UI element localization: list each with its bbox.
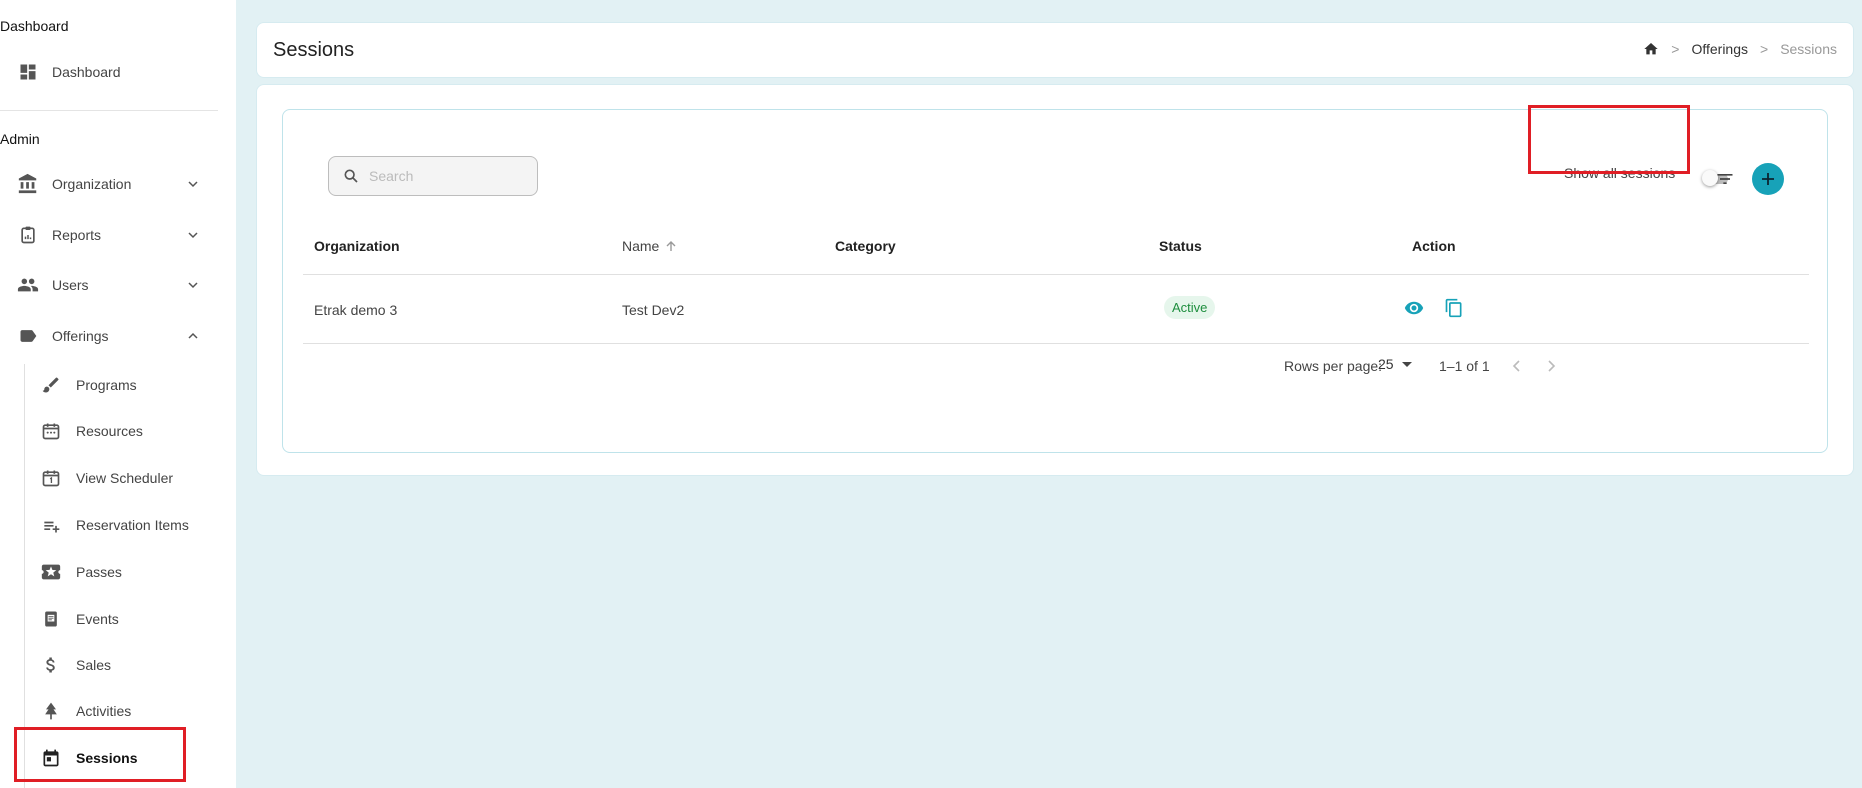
clipboard-icon: [16, 223, 40, 247]
table-header-divider: [303, 274, 1809, 275]
bank-icon: [16, 172, 40, 196]
playlist-add-icon: [40, 514, 62, 536]
ticket-star-icon: [40, 561, 62, 583]
cell-name: Test Dev2: [622, 302, 685, 318]
sidebar-item-label: Activities: [76, 703, 132, 719]
people-icon: [16, 273, 40, 297]
sidebar-item-label: Organization: [52, 176, 132, 192]
sidebar-item-label: Reservation Items: [76, 517, 189, 533]
sidebar-item-passes[interactable]: Passes: [28, 552, 218, 592]
chevron-down-icon: [186, 278, 200, 292]
tag-icon: [16, 324, 40, 348]
sidebar-item-resources[interactable]: Resources: [28, 411, 218, 451]
sidebar-item-organization[interactable]: Organization: [0, 164, 218, 204]
copy-icon: [1444, 298, 1464, 318]
column-header-status[interactable]: Status: [1159, 238, 1202, 254]
rows-per-page-label: Rows per page:: [1284, 358, 1383, 374]
sidebar-item-label: View Scheduler: [76, 470, 174, 486]
content-card: Show all sessions Organization Name: [256, 84, 1854, 476]
cell-organization: Etrak demo 3: [314, 302, 398, 318]
column-header-organization[interactable]: Organization: [314, 238, 400, 254]
sidebar-divider: [0, 110, 218, 111]
event-note-icon: [40, 608, 62, 630]
pagination-range: 1–1 of 1: [1439, 358, 1490, 374]
sidebar-item-view-scheduler[interactable]: View Scheduler: [28, 458, 218, 498]
breadcrumb-separator: >: [1671, 41, 1680, 57]
plus-icon: [1760, 171, 1776, 187]
page-title: Sessions: [273, 39, 355, 61]
sidebar-section-dashboard: Dashboard: [0, 18, 69, 34]
chevron-up-icon: [186, 329, 200, 343]
rows-per-page-select[interactable]: 25: [1378, 356, 1412, 372]
sidebar-item-offerings[interactable]: Offerings: [0, 316, 218, 356]
search-input[interactable]: [369, 168, 529, 184]
sessions-table-card: Show all sessions Organization Name: [282, 109, 1828, 453]
column-header-action: Action: [1412, 238, 1456, 254]
main-content: Sessions > Offerings > Sessions Show all…: [236, 0, 1862, 788]
sidebar: Dashboard Dashboard Admin Organization R…: [0, 0, 236, 788]
sidebar-item-label: Sales: [76, 657, 112, 673]
sidebar-section-admin: Admin: [0, 131, 40, 147]
sidebar-item-reports[interactable]: Reports: [0, 215, 218, 255]
search-icon: [343, 167, 361, 185]
sidebar-item-reservation-items[interactable]: Reservation Items: [28, 505, 218, 545]
column-header-label: Name: [622, 238, 660, 254]
submenu-guide-line: [24, 364, 25, 788]
status-badge: Active: [1164, 296, 1216, 319]
sidebar-item-events[interactable]: Events: [28, 599, 218, 639]
calendar-one-icon: [40, 467, 62, 489]
sidebar-item-label: Reports: [52, 227, 102, 243]
eye-icon: [1404, 298, 1424, 318]
brush-icon: [40, 374, 62, 396]
sidebar-item-users[interactable]: Users: [0, 265, 218, 305]
filter-button[interactable]: [1713, 167, 1737, 191]
chevron-right-icon: [1544, 359, 1558, 373]
table-row-divider: [303, 343, 1809, 344]
next-page-button[interactable]: [1539, 354, 1563, 378]
sidebar-item-label: Dashboard: [52, 64, 121, 80]
chevron-left-icon: [1510, 359, 1524, 373]
search-box[interactable]: [328, 156, 538, 196]
breadcrumb-current: Sessions: [1780, 41, 1837, 57]
breadcrumb-offerings[interactable]: Offerings: [1691, 41, 1748, 57]
sidebar-item-label: Offerings: [52, 328, 109, 344]
chevron-down-icon: [186, 228, 200, 242]
sidebar-item-programs[interactable]: Programs: [28, 365, 218, 405]
column-header-category[interactable]: Category: [835, 238, 896, 254]
breadcrumb: > Offerings > Sessions: [1643, 41, 1837, 57]
sidebar-item-sessions[interactable]: Sessions: [28, 738, 218, 778]
add-session-button[interactable]: [1752, 163, 1784, 195]
sidebar-item-label: Users: [52, 277, 89, 293]
show-all-sessions-label: Show all sessions: [1564, 165, 1676, 181]
view-button[interactable]: [1402, 296, 1426, 320]
sidebar-item-label: Resources: [76, 423, 143, 439]
home-icon[interactable]: [1643, 41, 1659, 57]
page-header: Sessions > Offerings > Sessions: [256, 22, 1854, 78]
calendar-dots-icon: [40, 420, 62, 442]
sidebar-item-label: Passes: [76, 564, 122, 580]
breadcrumb-separator: >: [1760, 41, 1769, 57]
column-header-name[interactable]: Name: [622, 238, 677, 254]
copy-button[interactable]: [1442, 296, 1466, 320]
previous-page-button[interactable]: [1505, 354, 1529, 378]
rows-per-page-value: 25: [1378, 356, 1394, 372]
sidebar-item-dashboard[interactable]: Dashboard: [0, 52, 218, 92]
sort-ascending-icon: [665, 240, 677, 252]
tree-icon: [40, 700, 62, 722]
sidebar-item-activities[interactable]: Activities: [28, 691, 218, 731]
sidebar-item-label: Sessions: [76, 750, 138, 766]
sidebar-item-label: Events: [76, 611, 119, 627]
sidebar-item-sales[interactable]: Sales: [28, 645, 218, 685]
sidebar-item-label: Programs: [76, 377, 137, 393]
dashboard-icon: [16, 60, 40, 84]
filter-icon: [1715, 169, 1735, 189]
chevron-down-icon: [186, 177, 200, 191]
dollar-icon: [40, 654, 62, 676]
caret-down-icon: [1401, 361, 1412, 367]
calendar-icon: [40, 747, 62, 769]
